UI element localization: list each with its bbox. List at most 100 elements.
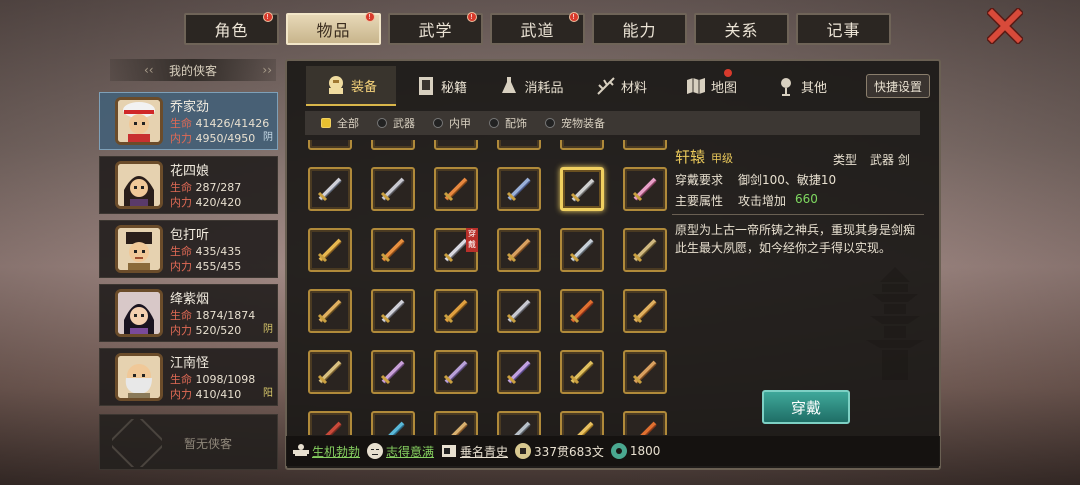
tab-label: 武道 bbox=[520, 21, 555, 40]
weapon-icon bbox=[325, 421, 342, 435]
filter-armor[interactable]: 内甲 bbox=[433, 115, 471, 131]
filter-pet-gear[interactable]: 宠物装备 bbox=[545, 115, 605, 131]
weapon-icon bbox=[380, 360, 405, 385]
tab-manuals[interactable]: 秘籍 bbox=[396, 66, 486, 106]
inventory-slot[interactable] bbox=[497, 350, 541, 394]
tab-abilities[interactable]: 能力 bbox=[592, 13, 687, 45]
inventory-slot[interactable] bbox=[623, 289, 667, 333]
tab-martial-way[interactable]: 武道! bbox=[490, 12, 585, 45]
inventory-slot[interactable] bbox=[371, 411, 415, 435]
character-row[interactable]: 乔家劲 生命 41426/41426 内力 4950/4950 阴 bbox=[99, 92, 278, 150]
inventory-slot[interactable] bbox=[560, 350, 604, 394]
weapon-icon bbox=[380, 177, 405, 202]
tab-map[interactable]: 地图 bbox=[666, 66, 756, 106]
inventory-slot[interactable] bbox=[623, 228, 667, 272]
inventory-slot[interactable] bbox=[308, 167, 352, 211]
inventory-slot[interactable] bbox=[371, 228, 415, 272]
tab-materials[interactable]: 材料 bbox=[576, 66, 666, 106]
tab-journal[interactable]: 记事 bbox=[796, 13, 891, 45]
tab-equipment[interactable]: 装备 bbox=[306, 66, 396, 106]
empty-companion-slot: 暂无侠客 bbox=[99, 414, 278, 470]
coin-icon bbox=[515, 443, 532, 459]
money-text: 337贯683文 bbox=[534, 444, 604, 459]
weapon-icon bbox=[577, 421, 594, 435]
tab-label: 其他 bbox=[800, 80, 827, 96]
inventory-slot[interactable] bbox=[497, 228, 541, 272]
tab-other[interactable]: 其他 bbox=[756, 66, 846, 106]
yin-yang-tag: 阴 bbox=[263, 132, 273, 143]
tab-label: 材料 bbox=[620, 80, 647, 96]
quick-settings-button[interactable]: 快捷设置 bbox=[866, 74, 930, 98]
inventory-slot[interactable] bbox=[560, 228, 604, 272]
inventory-slot[interactable] bbox=[308, 140, 352, 150]
character-row[interactable]: 花四娘 生命 287/287 内力 420/420 bbox=[99, 156, 278, 214]
inventory-slot[interactable] bbox=[371, 140, 415, 150]
mood-text: 志得意满 bbox=[386, 444, 435, 459]
tab-martial-arts[interactable]: 武学! bbox=[388, 12, 483, 45]
filter-all[interactable]: 全部 bbox=[321, 115, 359, 131]
inventory-slot[interactable] bbox=[371, 289, 415, 333]
close-icon[interactable] bbox=[987, 8, 1023, 44]
inventory-slot[interactable] bbox=[434, 140, 478, 150]
potion-icon bbox=[502, 77, 517, 93]
tab-relations[interactable]: 关系 bbox=[694, 13, 789, 45]
inventory-slot[interactable] bbox=[371, 167, 415, 211]
inventory-slot[interactable] bbox=[623, 167, 667, 211]
tab-character[interactable]: 角色! bbox=[184, 12, 279, 45]
inventory-slot[interactable] bbox=[434, 411, 478, 435]
inventory-slot[interactable] bbox=[308, 350, 352, 394]
filter-bar: 全部 武器 内甲 配饰 宠物装备 bbox=[305, 111, 920, 135]
weapon-icon bbox=[632, 177, 657, 202]
weapon-icon bbox=[569, 299, 594, 324]
inventory-slot[interactable] bbox=[560, 289, 604, 333]
inventory-slot[interactable] bbox=[497, 167, 541, 211]
inventory-slot[interactable]: 穿戴 bbox=[434, 228, 478, 272]
character-row[interactable]: 绛紫烟 生命 1874/1874 内力 520/520 阴 bbox=[99, 284, 278, 342]
character-row[interactable]: 江南怪 生命 1098/1098 内力 410/410 阳 bbox=[99, 348, 278, 406]
inventory-slot[interactable] bbox=[497, 140, 541, 150]
hp-label: 生命 bbox=[170, 373, 192, 386]
inventory-slot[interactable] bbox=[497, 289, 541, 333]
status-fame[interactable]: 垂名青史 bbox=[440, 442, 508, 460]
tab-label: 关系 bbox=[724, 21, 759, 40]
inventory-slot[interactable] bbox=[623, 350, 667, 394]
vitality-icon bbox=[293, 444, 309, 456]
weapon-icon bbox=[570, 178, 595, 203]
character-name: 花四娘 bbox=[170, 164, 210, 179]
inventory-slot[interactable] bbox=[434, 350, 478, 394]
chevron-right-icon[interactable]: ›› bbox=[262, 63, 272, 77]
chevron-left-icon[interactable]: ‹‹ bbox=[144, 63, 154, 77]
inventory-slot[interactable] bbox=[308, 411, 352, 435]
tab-items[interactable]: 物品! bbox=[286, 12, 381, 45]
inventory-slot[interactable] bbox=[308, 228, 352, 272]
equip-button[interactable]: 穿戴 bbox=[762, 390, 850, 424]
status-mood[interactable]: 志得意满 bbox=[366, 442, 434, 460]
status-bar: 生机勃勃 志得意满 垂名青史 337贯683文 1800 bbox=[286, 436, 940, 466]
yin-yang-tag: 阴 bbox=[263, 324, 273, 335]
notification-badge: ! bbox=[365, 12, 375, 22]
inventory-slot[interactable] bbox=[497, 411, 541, 435]
status-vitality[interactable]: 生机勃勃 bbox=[292, 442, 360, 460]
weapon-icon bbox=[632, 360, 657, 385]
inventory-slot[interactable] bbox=[623, 411, 667, 435]
character-hp: 生命 435/435 bbox=[170, 243, 241, 259]
weapon-icon bbox=[380, 238, 405, 263]
item-name: 轩辕 bbox=[675, 148, 706, 166]
character-hp: 生命 1874/1874 bbox=[170, 307, 255, 323]
inventory-slot[interactable] bbox=[308, 289, 352, 333]
inventory-slot[interactable] bbox=[371, 350, 415, 394]
filter-accessory[interactable]: 配饰 bbox=[489, 115, 527, 131]
inventory-slot[interactable] bbox=[434, 167, 478, 211]
attribute-number: 660 bbox=[795, 192, 818, 206]
inventory-slot[interactable] bbox=[560, 411, 604, 435]
tab-consumables[interactable]: 消耗品 bbox=[486, 66, 576, 106]
weapon-icon bbox=[506, 299, 531, 324]
character-row[interactable]: 包打听 生命 435/435 内力 455/455 bbox=[99, 220, 278, 278]
filter-weapon[interactable]: 武器 bbox=[377, 115, 415, 131]
inventory-slot[interactable] bbox=[623, 140, 667, 150]
inventory-slot-selected[interactable] bbox=[560, 167, 604, 211]
weapon-icon bbox=[576, 140, 577, 141]
inventory-slot[interactable] bbox=[434, 289, 478, 333]
radio-icon bbox=[489, 118, 499, 128]
inventory-slot[interactable] bbox=[560, 140, 604, 150]
